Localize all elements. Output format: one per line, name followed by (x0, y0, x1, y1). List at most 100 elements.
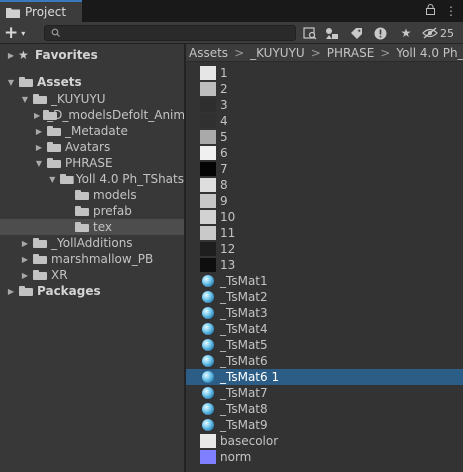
tree-item-packages[interactable]: ▶ Packages (0, 283, 184, 299)
texture-item[interactable]: 11 (186, 225, 463, 241)
expand-arrow-closed-icon[interactable]: ▶ (34, 111, 40, 120)
breadcrumb-separator-icon: > (310, 45, 321, 60)
expand-arrow-open-icon[interactable]: ▼ (34, 159, 44, 168)
expand-arrow-closed-icon[interactable]: ▶ (34, 127, 44, 136)
breadcrumb: Assets > _KUYUYU > PHRASE > Yoll 4.0 Ph_TS (186, 44, 463, 62)
tree-item-favorites[interactable]: ▶ ★ Favorites (0, 47, 184, 63)
expand-arrow-closed-icon[interactable]: ▶ (6, 287, 16, 296)
material-item[interactable]: _TsMat2 (186, 289, 463, 305)
breadcrumb-item[interactable]: Yoll 4.0 Ph_TS (396, 46, 463, 60)
tree-item-marshmallow-pb[interactable]: ▶ marshmallow_PB (0, 251, 184, 267)
file-name: basecolor (220, 434, 279, 448)
texture-thumbnail-icon (200, 226, 216, 240)
breadcrumb-item[interactable]: _KUYUYU (250, 46, 305, 60)
texture-item[interactable]: 2 (186, 81, 463, 97)
file-name: _TsMat4 (220, 322, 268, 336)
file-name: _TsMat8 (220, 402, 268, 416)
file-name: 9 (220, 194, 228, 208)
expand-arrow-closed-icon[interactable]: ▶ (20, 239, 30, 248)
tab-title: Project (25, 5, 67, 19)
tree-item-xr[interactable]: ▶ XR (0, 267, 184, 283)
tree-item-avatars[interactable]: ▶ Avatars (0, 139, 184, 155)
folder-icon (33, 254, 47, 264)
search-field[interactable] (44, 25, 296, 41)
tab-project[interactable]: Project (0, 0, 82, 22)
texture-item[interactable]: 13 (186, 257, 463, 273)
file-name: 8 (220, 178, 228, 192)
material-item[interactable]: _TsMat4 (186, 321, 463, 337)
tree-item-d-modelsdefolt-anim[interactable]: ▶ _D_modelsDefolt_Anim (0, 107, 184, 123)
tree-item-label: Avatars (65, 140, 111, 154)
texture-item[interactable]: 5 (186, 129, 463, 145)
breadcrumb-item[interactable]: PHRASE (327, 46, 375, 60)
texture-item[interactable]: 1 (186, 65, 463, 81)
expand-arrow-open-icon[interactable]: ▼ (48, 175, 57, 184)
texture-item[interactable]: 9 (186, 193, 463, 209)
tree-item-yoll-4-0-ph-tshats[interactable]: ▼ Yoll 4.0 Ph_TShats (0, 171, 184, 187)
warning-filter-icon[interactable] (370, 25, 390, 41)
folder-icon (47, 126, 61, 136)
texture-item[interactable]: 3 (186, 97, 463, 113)
tree-item-yolladditions[interactable]: ▶ _YollAdditions (0, 235, 184, 251)
folder-icon (47, 142, 61, 152)
tree-item-kuyuyu[interactable]: ▼ _KUYUYU (0, 91, 184, 107)
material-sphere-icon (202, 323, 214, 335)
file-name: _TsMat3 (220, 306, 268, 320)
texture-item[interactable]: 8 (186, 177, 463, 193)
lock-icon[interactable] (426, 4, 435, 18)
material-item[interactable]: _TsMat7 (186, 385, 463, 401)
file-name: _TsMat5 (220, 338, 268, 352)
chevron-down-icon: ▾ (21, 28, 26, 38)
file-name: _TsMat9 (220, 418, 268, 432)
texture-item[interactable]: 12 (186, 241, 463, 257)
texture-item[interactable]: basecolor (186, 433, 463, 449)
expand-arrow-closed-icon[interactable]: ▶ (6, 51, 16, 60)
folder-tree: ▶ ★ Favorites ▼ Assets ▼ _KUYUYU ▶ _D_modelsDefo… (0, 44, 184, 472)
tree-item-tex[interactable]: tex (0, 219, 184, 235)
tree-item-metadate[interactable]: ▶ _Metadate (0, 123, 184, 139)
breadcrumb-separator-icon: > (234, 45, 245, 60)
texture-item[interactable]: norm (186, 449, 463, 465)
texture-thumbnail-icon (200, 146, 216, 160)
material-item[interactable]: _TsMat1 (186, 273, 463, 289)
texture-item[interactable]: 7 (186, 161, 463, 177)
expand-arrow-open-icon[interactable]: ▼ (6, 78, 16, 87)
hidden-packages-toggle[interactable]: 25 (422, 25, 454, 41)
material-item[interactable]: _TsMat6 (186, 353, 463, 369)
tree-item-label: XR (51, 268, 68, 282)
expand-arrow-closed-icon[interactable]: ▶ (20, 255, 30, 264)
search-input[interactable] (65, 26, 293, 40)
expand-arrow-closed-icon[interactable]: ▶ (20, 271, 30, 280)
texture-item[interactable]: 10 (186, 209, 463, 225)
create-label: + (4, 23, 19, 43)
tree-item-models[interactable]: models (0, 187, 184, 203)
label-filter-icon[interactable] (346, 25, 366, 41)
search-by-type-icon[interactable] (300, 25, 320, 41)
kebab-menu-icon[interactable]: ⋮ (445, 4, 457, 18)
tree-item-prefab[interactable]: prefab (0, 203, 184, 219)
material-item[interactable]: _TsMat8 (186, 401, 463, 417)
texture-item[interactable]: 6 (186, 145, 463, 161)
tree-item-phrase[interactable]: ▼ PHRASE (0, 155, 184, 171)
texture-item[interactable]: 4 (186, 113, 463, 129)
texture-thumbnail-icon (200, 130, 216, 144)
tree-item-label: PHRASE (65, 156, 113, 170)
tree-item-label: Assets (37, 75, 82, 89)
favorite-star-icon[interactable]: ★ (396, 25, 416, 41)
material-item[interactable]: _TsMat3 (186, 305, 463, 321)
material-sphere-icon (202, 275, 214, 287)
material-item[interactable]: _TsMat9 (186, 417, 463, 433)
folder-open-icon (59, 174, 72, 184)
create-button[interactable]: + ▾ (4, 24, 34, 42)
expand-arrow-closed-icon[interactable]: ▶ (34, 143, 44, 152)
texture-thumbnail-icon (200, 98, 216, 112)
file-name: 3 (220, 98, 228, 112)
material-item[interactable]: _TsMat5 (186, 337, 463, 353)
file-name: 11 (220, 226, 236, 240)
tree-item-assets[interactable]: ▼ Assets (0, 74, 184, 90)
expand-arrow-open-icon[interactable]: ▼ (20, 95, 30, 104)
breadcrumb-item[interactable]: Assets (189, 46, 228, 60)
search-icon (51, 26, 60, 43)
material-item[interactable]: _TsMat6 1 (186, 369, 463, 385)
filter-by-type-icon[interactable] (322, 25, 342, 41)
